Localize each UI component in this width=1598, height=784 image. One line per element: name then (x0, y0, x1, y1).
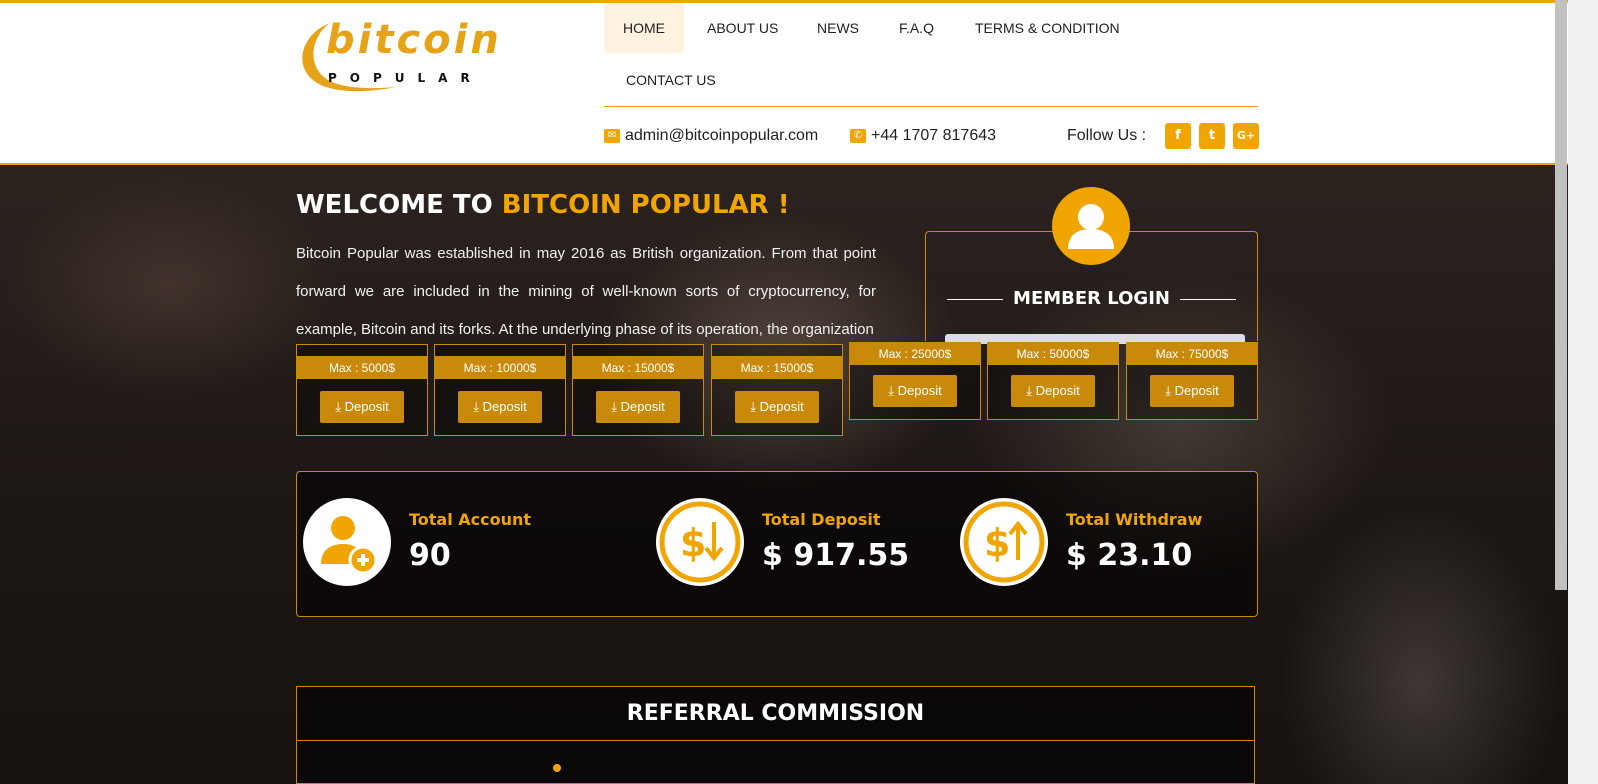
nav-terms[interactable]: TERMS & CONDITION (956, 3, 1139, 53)
envelope-icon: ✉ (604, 129, 620, 143)
twitter-icon[interactable]: t (1199, 123, 1225, 149)
deposit-button[interactable]: ⤓ Deposit (1150, 375, 1234, 407)
nav-contact-us[interactable]: CONTACT US (607, 55, 735, 105)
member-login-title: MEMBER LOGIN (925, 288, 1258, 309)
deposit-button[interactable]: ⤓ Deposit (320, 391, 404, 423)
dollar-down-icon: $ (656, 498, 744, 586)
plan-max: Max : 25000$ (850, 343, 980, 365)
contact-email[interactable]: ✉ admin@bitcoinpopular.com (604, 121, 818, 151)
site-header: bitcoin POPULAR HOME ABOUT US NEWS F.A.Q… (0, 0, 1568, 165)
nav-about-us[interactable]: ABOUT US (688, 3, 797, 53)
deposit-button[interactable]: ⤓ Deposit (458, 391, 542, 423)
plan-max: Max : 10000$ (435, 357, 565, 379)
deposit-button[interactable]: ⤓ Deposit (873, 375, 957, 407)
plan-card: Max : 25000$ ⤓ Deposit (849, 342, 981, 420)
plan-card: Max : 10000$ ⤓ Deposit (434, 344, 566, 436)
nav-news[interactable]: NEWS (798, 3, 878, 53)
plan-max: Max : 15000$ (573, 357, 703, 379)
deposit-button[interactable]: ⤓ Deposit (596, 391, 680, 423)
plan-max: Max : 15000$ (712, 357, 842, 379)
deposit-button[interactable]: ⤓ Deposit (735, 391, 819, 423)
total-withdraw-label: Total Withdraw (1066, 510, 1203, 529)
plan-card: Max : 5000$ ⤓ Deposit (296, 344, 428, 436)
plan-card: Max : 15000$ ⤓ Deposit (711, 344, 843, 436)
deposit-button[interactable]: ⤓ Deposit (1011, 375, 1095, 407)
svg-text:$: $ (680, 521, 706, 565)
total-account-value: 90 (409, 538, 451, 573)
plan-card: Max : 75000$ ⤓ Deposit (1126, 342, 1258, 420)
plan-max: Max : 50000$ (988, 343, 1118, 365)
intro-text: Bitcoin Popular was established in may 2… (296, 245, 876, 338)
total-deposit-value: $ 917.55 (762, 538, 910, 573)
nav-home[interactable]: HOME (604, 3, 684, 53)
plan-max: Max : 75000$ (1127, 343, 1257, 365)
referral-dot-icon (553, 764, 561, 772)
total-account-label: Total Account (409, 510, 532, 529)
facebook-icon[interactable]: f (1165, 123, 1191, 149)
svg-text:$: $ (984, 521, 1010, 565)
total-withdraw-value: $ 23.10 (1066, 538, 1193, 573)
contact-phone[interactable]: ✆ +44 1707 817643 (850, 121, 996, 151)
nav-faq[interactable]: F.A.Q (880, 3, 953, 53)
stats-panel: Total Account 90 $ Total Deposit $ 917.5… (296, 471, 1258, 617)
logo-word: bitcoin (326, 17, 502, 63)
plan-card: Max : 50000$ ⤓ Deposit (987, 342, 1119, 420)
logo-subtitle: POPULAR (328, 71, 483, 85)
site-logo[interactable]: bitcoin POPULAR (296, 17, 499, 93)
add-user-icon (303, 498, 391, 586)
referral-commission-panel: REFERRAL COMMISSION (296, 686, 1255, 784)
page-scrollbar-thumb[interactable] (1555, 0, 1567, 590)
referral-title: REFERRAL COMMISSION (626, 701, 925, 726)
google-plus-icon[interactable]: G+ (1233, 123, 1259, 149)
dollar-up-icon: $ (960, 498, 1048, 586)
plan-card: Max : 15000$ ⤓ Deposit (572, 344, 704, 436)
follow-label: Follow Us : (1067, 127, 1147, 144)
main-nav: HOME ABOUT US NEWS F.A.Q TERMS & CONDITI… (604, 3, 1258, 107)
welcome-heading: WELCOME TO BITCOIN POPULAR ! (296, 190, 790, 220)
user-avatar-icon (1052, 187, 1130, 265)
page-scrollbar-track[interactable] (1568, 0, 1598, 784)
phone-icon: ✆ (850, 129, 866, 143)
total-deposit-label: Total Deposit (762, 510, 881, 529)
plan-max: Max : 5000$ (297, 357, 427, 379)
